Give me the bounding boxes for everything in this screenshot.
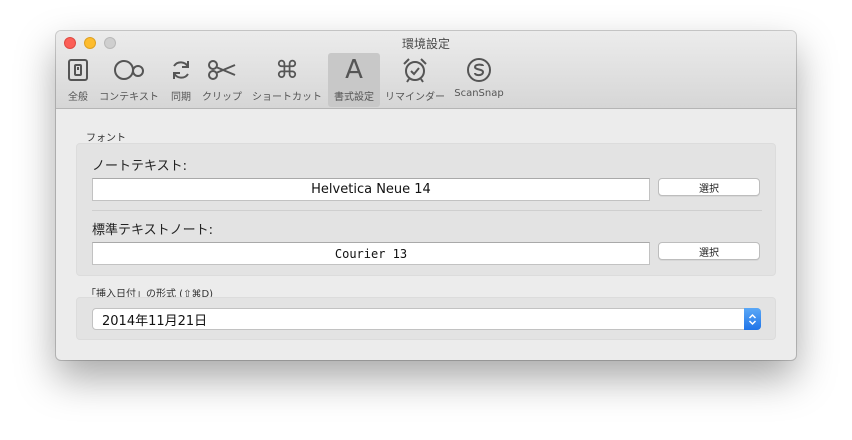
tab-label: ショートカット (252, 92, 322, 103)
scissors-icon (207, 53, 237, 87)
plain-text-label: 標準テキストノート: (92, 223, 213, 238)
scansnap-icon (466, 53, 492, 87)
tab-formatting[interactable]: A 書式設定 (328, 53, 380, 107)
plain-text-font-field[interactable]: Courier 13 (92, 242, 650, 265)
font-section-heading: フォント (86, 133, 126, 144)
tab-label: コンテキスト (99, 92, 159, 103)
tab-label: クリップ (202, 92, 242, 103)
tab-label: 全般 (68, 92, 88, 103)
choose-plain-font-button[interactable]: 選択 (658, 242, 760, 260)
note-text-label: ノートテキスト: (92, 159, 187, 174)
titlebar: 環境設定 全般 コンテキスト 同期 クリップ ⌘ ショートカット A 書式設定 … (56, 31, 796, 109)
alarm-clock-icon (401, 53, 429, 87)
tab-sync[interactable]: 同期 (164, 53, 198, 107)
sync-arrows-icon (169, 53, 193, 87)
date-format-group: 2014年11月21日 (76, 297, 776, 340)
window-title: 環境設定 (401, 37, 450, 51)
command-key-icon: ⌘ (275, 56, 299, 84)
preferences-toolbar: 全般 コンテキスト 同期 クリップ ⌘ ショートカット A 書式設定 リマインダ… (62, 53, 508, 107)
divider (92, 210, 762, 211)
preferences-window: 環境設定 全般 コンテキスト 同期 クリップ ⌘ ショートカット A 書式設定 … (56, 31, 796, 360)
formatting-pane: フォント ノートテキスト: Helvetica Neue 14 選択 標準テキス… (56, 110, 796, 360)
tab-label: 書式設定 (334, 92, 374, 103)
note-text-font-field[interactable]: Helvetica Neue 14 (92, 178, 650, 201)
general-switch-icon (67, 53, 89, 87)
tab-context[interactable]: コンテキスト (94, 53, 164, 107)
tab-label: リマインダー (385, 92, 445, 103)
date-format-select[interactable]: 2014年11月21日 (92, 308, 761, 330)
tab-label: 同期 (171, 92, 191, 103)
font-group: ノートテキスト: Helvetica Neue 14 選択 標準テキストノート:… (76, 143, 776, 276)
tab-scansnap[interactable]: ScanSnap (450, 53, 508, 107)
choose-note-font-button[interactable]: 選択 (658, 178, 760, 196)
context-rings-icon (112, 53, 146, 87)
tab-shortcuts[interactable]: ⌘ ショートカット (246, 53, 328, 107)
font-a-icon: A (345, 55, 363, 85)
tab-clip[interactable]: クリップ (198, 53, 246, 107)
tab-general[interactable]: 全般 (62, 53, 94, 107)
tab-label: ScanSnap (454, 88, 504, 99)
date-format-value: 2014年11月21日 (102, 313, 208, 329)
chevron-up-down-icon[interactable] (744, 308, 761, 330)
tab-reminders[interactable]: リマインダー (380, 53, 450, 107)
